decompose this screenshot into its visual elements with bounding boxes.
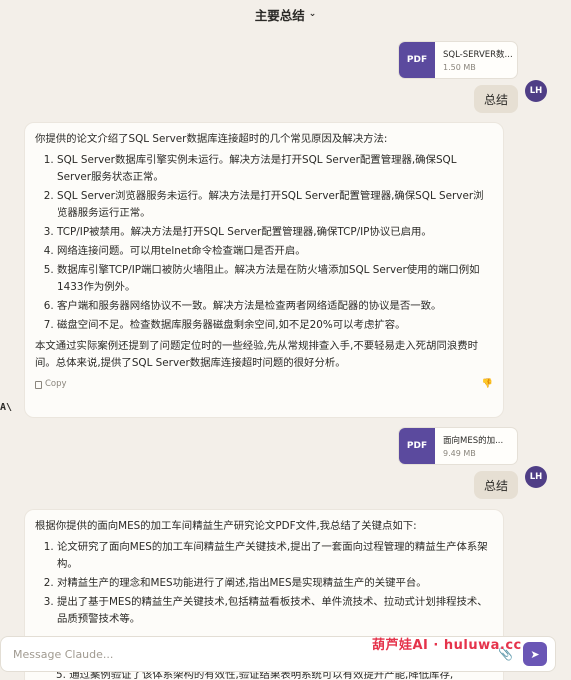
copy-button[interactable]: Copy [35,376,67,393]
assistant-intro: 根据你提供的面向MES的加工车间精益生产研究论文PDF文件,我总结了关键点如下: [35,520,417,532]
assistant-outro: 本文通过实际案例还提到了问题定位时的一些经验,先从常规排查入手,不要轻易走入死胡… [35,340,479,369]
arrow-up-icon: ➤ [530,647,540,661]
thumbs-down-icon[interactable]: 👎 [482,376,493,393]
pdf-icon: PDF [399,42,435,78]
send-button[interactable]: ➤ [523,642,547,666]
assistant-intro: 你提供的论文介绍了SQL Server数据库连接超时的几个常见原因及解决方法: [35,133,388,145]
pdf-icon: PDF [399,428,435,464]
list-item: 网络连接问题。可以用telnet命令检查端口是否开启。 [57,243,493,260]
list-item: TCP/IP被禁用。解决方法是打开SQL Server配置管理器,确保TCP/I… [57,224,493,241]
user-message: 总结 [474,85,519,113]
assistant-list: 论文研究了面向MES的加工车间精益生产关键技术,提出了一套面向过程管理的精益生产… [57,539,493,628]
assistant-list: SQL Server数据库引擎实例未运行。解决方法是打开SQL Server配置… [57,152,493,334]
user-message: 总结 [474,471,519,499]
page-title: 主要总结 [254,7,305,23]
avatar: LH [525,80,547,102]
conversation-title-dropdown[interactable]: 主要总结 ⌄ [0,0,571,28]
attachment-card[interactable]: PDF 面向MES的加... 9.49 MB [398,427,518,465]
list-item: 论文研究了面向MES的加工车间精益生产关键技术,提出了一套面向过程管理的精益生产… [57,539,493,573]
list-item: 提出了基于MES的精益生产关键技术,包括精益看板技术、单件流技术、拉动式计划排程… [57,594,493,628]
list-item: SQL Server浏览器服务未运行。解决方法是打开SQL Server配置管理… [57,188,493,222]
copy-label: Copy [45,379,67,389]
user-message-text: 总结 [484,478,509,493]
chevron-down-icon: ⌄ [308,9,317,19]
copy-icon [35,380,42,389]
attachment-size: 1.50 MB [443,63,476,72]
attachment-name: 面向MES的加... [443,436,504,446]
list-item: SQL Server数据库引擎实例未运行。解决方法是打开SQL Server配置… [57,152,493,186]
list-item: 磁盘空间不足。检查数据库服务器磁盘剩余空间,如不足20%可以考虑扩容。 [57,317,493,334]
claude-logo: A\ [0,402,13,413]
avatar: LH [525,466,547,488]
attachment-size: 9.49 MB [443,449,476,458]
list-item: 对精益生产的理念和MES功能进行了阐述,指出MES是实现精益生产的关键平台。 [57,575,493,592]
attachment-name: SQL-SERVER数... [443,50,513,60]
list-item: 数据库引擎TCP/IP端口被防火墙阻止。解决方法是在防火墙添加SQL Serve… [57,262,493,296]
watermark: 葫芦娃AI · huluwa.cc [372,638,522,653]
attachment-card[interactable]: PDF SQL-SERVER数... 1.50 MB [398,41,518,79]
list-item: 客户端和服务器网络协议不一致。解决方法是检查两者网络适配器的协议是否一致。 [57,298,493,315]
assistant-message: 你提供的论文介绍了SQL Server数据库连接超时的几个常见原因及解决方法: … [24,122,504,418]
user-message-text: 总结 [484,92,509,107]
